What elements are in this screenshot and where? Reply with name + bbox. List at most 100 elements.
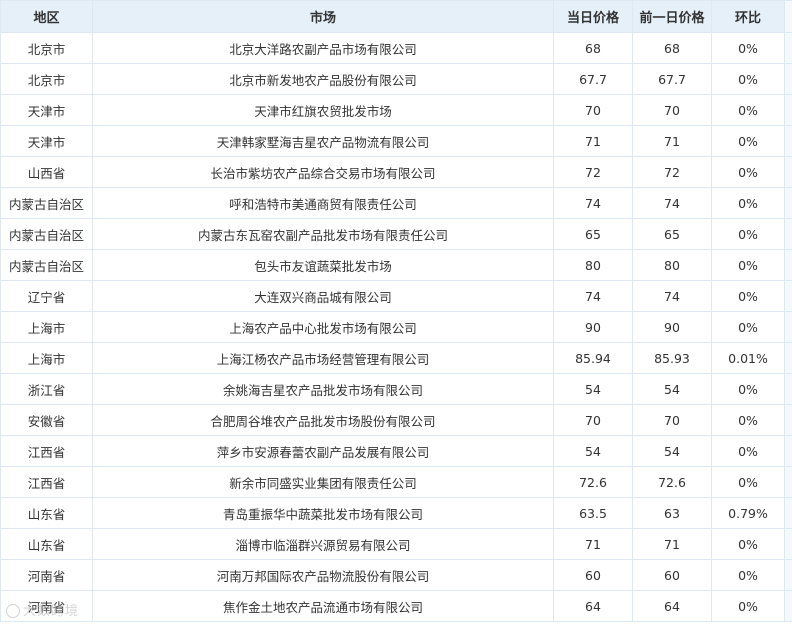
row-spacer — [784, 342, 792, 374]
cell-market: 新余市同盛实业集团有限责任公司 — [92, 466, 554, 498]
cell-ratio: 0% — [711, 125, 785, 157]
cell-market: 余姚海吉星农产品批发市场有限公司 — [92, 373, 554, 405]
cell-market: 北京市新发地农产品股份有限公司 — [92, 63, 554, 95]
price-table: 地区 市场 当日价格 前一日价格 环比 北京市 北京大洋路农副产品市场有限公司 68… — [0, 0, 792, 622]
cell-today-price: 54 — [553, 435, 633, 467]
table-row: 河南省 焦作金土地农产品流通市场有限公司 64 64 0% — [0, 590, 792, 622]
cell-region: 山东省 — [0, 497, 93, 529]
cell-market: 长治市紫坊农产品综合交易市场有限公司 — [92, 156, 554, 188]
row-spacer — [784, 373, 792, 405]
cell-today-price: 74 — [553, 280, 633, 312]
cell-region: 北京市 — [0, 63, 93, 95]
cell-today-price: 71 — [553, 125, 633, 157]
cell-prev-price: 67.7 — [632, 63, 712, 95]
table-row: 北京市 北京大洋路农副产品市场有限公司 68 68 0% — [0, 32, 792, 64]
header-market: 市场 — [92, 0, 554, 33]
cell-prev-price: 72 — [632, 156, 712, 188]
table-row: 内蒙古自治区 内蒙古东瓦窑农副产品批发市场有限责任公司 65 65 0% — [0, 218, 792, 250]
cell-region: 山东省 — [0, 528, 93, 560]
row-spacer — [784, 528, 792, 560]
cell-today-price: 60 — [553, 559, 633, 591]
cell-region: 内蒙古自治区 — [0, 187, 93, 219]
row-spacer — [784, 435, 792, 467]
cell-region: 河南省 — [0, 590, 93, 622]
cell-prev-price: 70 — [632, 94, 712, 126]
cell-region: 浙江省 — [0, 373, 93, 405]
cell-prev-price: 80 — [632, 249, 712, 281]
cell-ratio: 0% — [711, 32, 785, 64]
cell-ratio: 0% — [711, 435, 785, 467]
cell-ratio: 0% — [711, 559, 785, 591]
cell-market: 天津韩家墅海吉星农产品物流有限公司 — [92, 125, 554, 157]
cell-market: 淄博市临淄群兴源贸易有限公司 — [92, 528, 554, 560]
row-spacer — [784, 466, 792, 498]
cell-today-price: 64 — [553, 590, 633, 622]
table-row: 山东省 青岛重振华中蔬菜批发市场有限公司 63.5 63 0.79% — [0, 497, 792, 529]
table-row: 天津市 天津韩家墅海吉星农产品物流有限公司 71 71 0% — [0, 125, 792, 157]
cell-region: 内蒙古自治区 — [0, 218, 93, 250]
cell-today-price: 70 — [553, 404, 633, 436]
cell-region: 上海市 — [0, 342, 93, 374]
cell-ratio: 0% — [711, 466, 785, 498]
cell-today-price: 54 — [553, 373, 633, 405]
cell-prev-price: 74 — [632, 280, 712, 312]
cell-today-price: 67.7 — [553, 63, 633, 95]
row-spacer — [784, 280, 792, 312]
cell-today-price: 74 — [553, 187, 633, 219]
cell-prev-price: 71 — [632, 125, 712, 157]
table-row: 江西省 新余市同盛实业集团有限责任公司 72.6 72.6 0% — [0, 466, 792, 498]
cell-today-price: 80 — [553, 249, 633, 281]
cell-today-price: 72 — [553, 156, 633, 188]
cell-ratio: 0% — [711, 156, 785, 188]
table-row: 上海市 上海农产品中心批发市场有限公司 90 90 0% — [0, 311, 792, 343]
cell-today-price: 68 — [553, 32, 633, 64]
cell-ratio: 0% — [711, 249, 785, 281]
cell-market: 天津市红旗农贸批发市场 — [92, 94, 554, 126]
cell-ratio: 0% — [711, 311, 785, 343]
cell-prev-price: 90 — [632, 311, 712, 343]
cell-market: 上海江杨农产品市场经营管理有限公司 — [92, 342, 554, 374]
cell-today-price: 90 — [553, 311, 633, 343]
row-spacer — [784, 218, 792, 250]
cell-ratio: 0% — [711, 404, 785, 436]
table-row: 内蒙古自治区 包头市友谊蔬菜批发市场 80 80 0% — [0, 249, 792, 281]
cell-prev-price: 64 — [632, 590, 712, 622]
cell-prev-price: 54 — [632, 373, 712, 405]
cell-region: 江西省 — [0, 435, 93, 467]
cell-market: 青岛重振华中蔬菜批发市场有限公司 — [92, 497, 554, 529]
cell-today-price: 71 — [553, 528, 633, 560]
cell-prev-price: 85.93 — [632, 342, 712, 374]
table-body: 北京市 北京大洋路农副产品市场有限公司 68 68 0% 北京市 北京市新发地农产品股份有限… — [0, 32, 792, 622]
cell-ratio: 0% — [711, 528, 785, 560]
table-row: 浙江省 余姚海吉星农产品批发市场有限公司 54 54 0% — [0, 373, 792, 405]
row-spacer — [784, 187, 792, 219]
header-ratio: 环比 — [711, 0, 785, 33]
cell-prev-price: 71 — [632, 528, 712, 560]
cell-prev-price: 72.6 — [632, 466, 712, 498]
cell-today-price: 85.94 — [553, 342, 633, 374]
cell-prev-price: 68 — [632, 32, 712, 64]
cell-market: 内蒙古东瓦窑农副产品批发市场有限责任公司 — [92, 218, 554, 250]
cell-ratio: 0% — [711, 94, 785, 126]
table-row: 北京市 北京市新发地农产品股份有限公司 67.7 67.7 0% — [0, 63, 792, 95]
cell-prev-price: 65 — [632, 218, 712, 250]
header-prev-price: 前一日价格 — [632, 0, 712, 33]
cell-today-price: 70 — [553, 94, 633, 126]
cell-region: 安徽省 — [0, 404, 93, 436]
cell-market: 北京大洋路农副产品市场有限公司 — [92, 32, 554, 64]
row-spacer — [784, 559, 792, 591]
row-spacer — [784, 590, 792, 622]
table-row: 山东省 淄博市临淄群兴源贸易有限公司 71 71 0% — [0, 528, 792, 560]
table-row: 山西省 长治市紫坊农产品综合交易市场有限公司 72 72 0% — [0, 156, 792, 188]
cell-market: 包头市友谊蔬菜批发市场 — [92, 249, 554, 281]
cell-today-price: 72.6 — [553, 466, 633, 498]
table-row: 辽宁省 大连双兴商品城有限公司 74 74 0% — [0, 280, 792, 312]
row-spacer — [784, 125, 792, 157]
row-spacer — [784, 311, 792, 343]
cell-prev-price: 70 — [632, 404, 712, 436]
cell-prev-price: 74 — [632, 187, 712, 219]
cell-today-price: 65 — [553, 218, 633, 250]
table-row: 内蒙古自治区 呼和浩特市美通商贸有限责任公司 74 74 0% — [0, 187, 792, 219]
cell-region: 辽宁省 — [0, 280, 93, 312]
cell-ratio: 0% — [711, 590, 785, 622]
